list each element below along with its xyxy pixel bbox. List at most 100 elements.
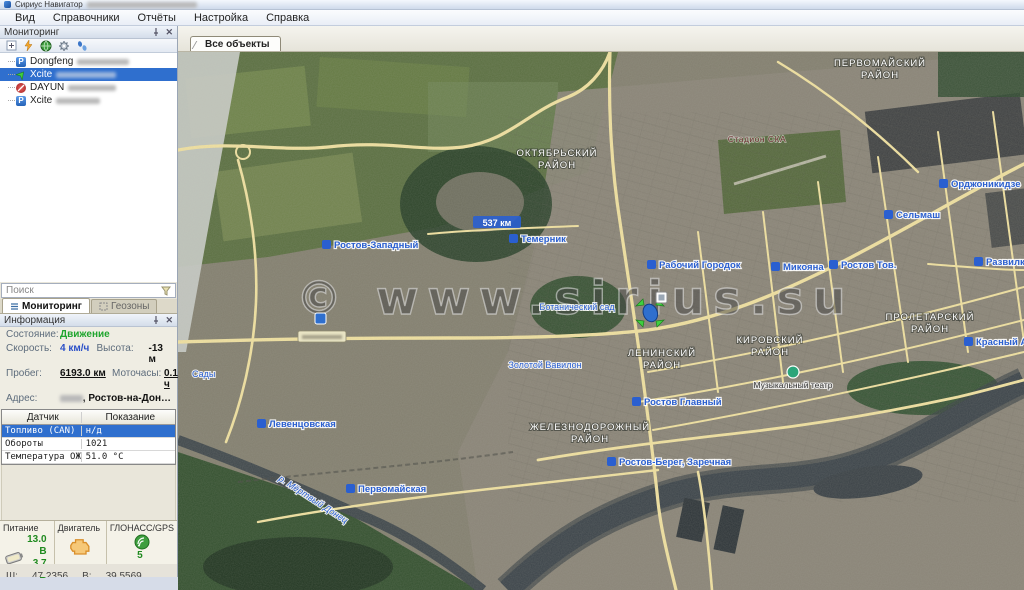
svg-text:Золотой Вавилон: Золотой Вавилон <box>508 360 581 370</box>
menu-help[interactable]: Справка <box>257 11 318 25</box>
height-value: -13 м <box>149 343 171 365</box>
parked-status-icon: P <box>16 57 26 67</box>
svg-text:ПРОЛЕТАРСКИЙ: ПРОЛЕТАРСКИЙ <box>886 311 975 323</box>
engine-label: Двигатель <box>58 523 103 533</box>
vehicle-name-redacted <box>56 72 116 78</box>
geozone-icon <box>99 302 108 311</box>
power-gauge: Питание 13.0 В 3.7 В <box>0 521 55 564</box>
svg-text:Ростов Тов.: Ростов Тов. <box>841 260 896 271</box>
svg-text:РАЙОН: РАЙОН <box>861 69 899 81</box>
expand-all-icon[interactable] <box>6 40 17 51</box>
height-label: Высота: <box>97 343 149 365</box>
menu-settings[interactable]: Настройка <box>185 11 257 25</box>
menu-view[interactable]: Вид <box>6 11 44 25</box>
satellite-icon <box>134 534 150 550</box>
title-bar: Сириус Навигатор <box>0 0 1024 10</box>
svg-text:Микояна: Микояна <box>783 262 824 273</box>
menu-directories[interactable]: Справочники <box>44 11 129 25</box>
vehicle-name: DAYUN <box>30 82 64 93</box>
vehicle-row[interactable]: P Dongfeng <box>0 55 177 68</box>
gps-satellite-count: 5 <box>110 550 174 562</box>
svg-text:РАЙОН: РАЙОН <box>538 159 576 171</box>
vehicle-row[interactable]: DAYUN <box>0 81 177 94</box>
engine-icon <box>67 535 93 557</box>
svg-text:Темерник: Темерник <box>521 234 566 245</box>
window-title-redacted <box>87 2 197 8</box>
state-value: Движение <box>60 329 110 340</box>
pin-icon[interactable] <box>152 316 160 325</box>
status-bar: Ш: 47.2356 В: 39.5569 <box>0 564 177 577</box>
tab-monitoring[interactable]: Мониторинг <box>2 298 90 313</box>
lon-label: В: <box>82 571 91 577</box>
svg-text:Красный Аксай: Красный Аксай <box>976 337 1024 348</box>
speed-label: Скорость: <box>6 343 60 365</box>
svg-text:РАЙОН: РАЙОН <box>911 323 949 335</box>
close-icon[interactable]: ✕ <box>165 315 173 326</box>
watermark: © www.sirius.su <box>296 271 854 325</box>
show-on-map-icon[interactable] <box>40 40 52 52</box>
address-value: , Ростов-на-Дон… <box>83 393 171 404</box>
svg-text:Сельмаш: Сельмаш <box>896 210 940 221</box>
svg-text:Развилка: Развилка <box>986 257 1024 268</box>
gauges-panel: Питание 13.0 В 3.7 В Двигатель ГЛОНАСС/G… <box>0 520 177 564</box>
power-main-voltage: 13.0 В <box>25 534 51 558</box>
hours-label: Моточасы: <box>112 368 164 390</box>
vehicle-name-redacted <box>77 59 129 65</box>
tab-all-objects[interactable]: Все объекты <box>190 36 281 51</box>
vehicle-tree: P Dongfeng Xcite DAYUN P Xcite <box>0 53 177 282</box>
settings-gear-icon[interactable] <box>58 40 70 52</box>
hours-value[interactable]: 0.1 ч <box>164 368 178 390</box>
svg-text:Левенцовская: Левенцовская <box>269 419 336 430</box>
parked-status-icon: P <box>16 96 26 106</box>
mileage-label: Пробег: <box>6 368 60 390</box>
lat-label: Ш: <box>6 571 18 577</box>
power-label: Питание <box>3 523 51 533</box>
info-panel-title: Информация <box>4 315 65 326</box>
menu-bar: Вид Справочники Отчёты Настройка Справка <box>0 10 1024 26</box>
pin-icon[interactable] <box>152 28 160 37</box>
engine-gauge: Двигатель <box>55 521 107 564</box>
sidebar-tabs: Мониторинг Геозоны <box>0 299 177 314</box>
gps-label: ГЛОНАСС/GPS <box>110 523 174 533</box>
svg-text:ЛЕНИНСКИЙ: ЛЕНИНСКИЙ <box>628 347 696 359</box>
vehicle-row[interactable]: P Xcite <box>0 94 177 107</box>
state-label: Состояние: <box>6 329 60 340</box>
lat-value: 47.2356 <box>32 571 68 577</box>
mileage-value[interactable]: 6193.0 км <box>60 368 100 390</box>
svg-text:Сады: Сады <box>192 369 215 379</box>
app-window: Сириус Навигатор Вид Справочники Отчёты … <box>0 0 1024 590</box>
sensors-header-row: Датчик Показание <box>2 410 175 425</box>
sensor-row[interactable]: Температура ОЖ 51.0 °C <box>2 451 175 464</box>
tab-geozones[interactable]: Геозоны <box>91 299 158 313</box>
col-value: Показание <box>82 412 175 423</box>
quick-actions-icon[interactable] <box>23 40 34 51</box>
vehicle-row-selected[interactable]: Xcite <box>0 68 177 81</box>
svg-text:Первомайская: Первомайская <box>358 484 426 495</box>
info-panel: Состояние: Движение Скорость: 4 км/ч Выс… <box>0 327 177 546</box>
vehicle-name: Xcite <box>30 69 52 80</box>
svg-text:Ботанический сад: Ботанический сад <box>539 302 615 312</box>
monitoring-panel-header: Мониторинг ✕ <box>0 26 177 39</box>
svg-text:Орджоникидзе: Орджоникидзе <box>951 179 1021 190</box>
svg-text:ОКТЯБРЬСКИЙ: ОКТЯБРЬСКИЙ <box>516 147 597 159</box>
svg-text:Ростов-Западный: Ростов-Западный <box>334 240 419 251</box>
svg-text:537 км: 537 км <box>483 218 512 228</box>
offline-status-icon <box>16 83 26 93</box>
monitoring-panel-title: Мониторинг <box>4 27 59 38</box>
close-icon[interactable]: ✕ <box>165 27 173 38</box>
gps-gauge: ГЛОНАСС/GPS 5 <box>107 521 177 564</box>
vehicle-name: Dongfeng <box>30 56 73 67</box>
vehicle-name-redacted <box>56 98 100 104</box>
sensor-row[interactable]: Обороты 1021 <box>2 438 175 451</box>
svg-text:ПЕРВОМАЙСКИЙ: ПЕРВОМАЙСКИЙ <box>834 57 926 69</box>
filter-icon <box>161 286 171 296</box>
menu-reports[interactable]: Отчёты <box>129 11 185 25</box>
map-canvas[interactable]: © www.sirius.su ОКТЯБРЬСКИЙРАЙОН ПЕРВОМА… <box>178 52 1024 590</box>
sensor-row-selected[interactable]: Топливо (CAN) н/д <box>2 425 175 438</box>
tree-search-input[interactable]: Поиск <box>1 283 176 298</box>
svg-text:Рабочий Городок: Рабочий Городок <box>659 260 741 271</box>
tracks-footprints-icon[interactable] <box>76 40 88 52</box>
sensors-table: Датчик Показание Топливо (CAN) н/д Оборо… <box>1 409 176 465</box>
svg-text:Ростов Главный: Ростов Главный <box>644 397 722 408</box>
svg-text:Стадион СКА: Стадион СКА <box>728 134 786 144</box>
